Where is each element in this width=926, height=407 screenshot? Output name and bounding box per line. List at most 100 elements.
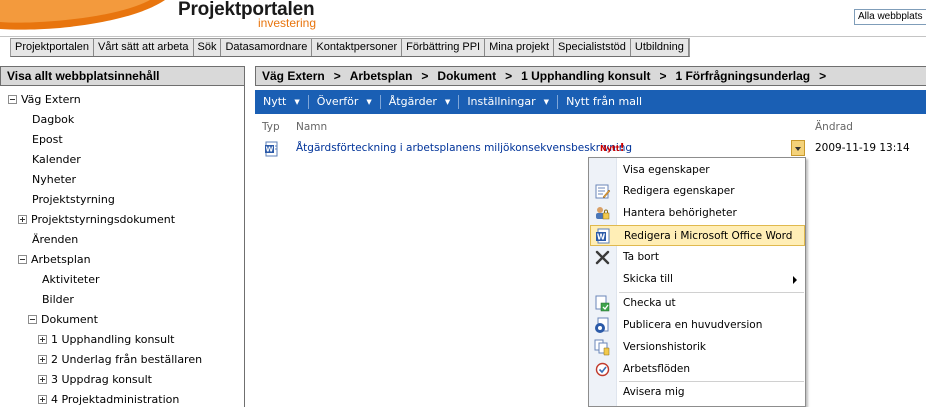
menu-item-workflows[interactable]: Arbetsflöden [590, 359, 805, 380]
new-badge-label: Nytt [600, 144, 620, 153]
search-scope-select[interactable]: Alla webbplats [854, 9, 926, 25]
svg-text:W: W [597, 233, 606, 242]
dropdown-arrow-icon: ▼ [366, 98, 372, 106]
top-nav-utbildning[interactable]: Utbildning [631, 39, 689, 56]
menu-item-send-to[interactable]: Skicka till [590, 269, 805, 290]
collapse-icon[interactable] [28, 314, 37, 324]
version-history-icon [594, 339, 610, 356]
delete-icon [595, 250, 610, 265]
upload-menu-label: Överför [316, 95, 359, 108]
menu-item-label: Arbetsflöden [623, 363, 691, 375]
site-header: Projektportalen investering Alla webbpla… [0, 0, 926, 36]
new-menu-label: Nytt [263, 95, 287, 108]
menu-item-alert-me[interactable]: Avisera mig [590, 382, 805, 403]
menu-item-edit-properties[interactable]: Redigera egenskaper [590, 181, 805, 202]
expand-icon[interactable] [38, 374, 47, 384]
top-nav-vart-satt-att-arbeta[interactable]: Vårt sätt att arbeta [94, 39, 194, 56]
upload-menu-button[interactable]: Överför ▼ [309, 90, 380, 114]
top-nav-forbattring-ppi[interactable]: Förbättring PPI [402, 39, 486, 56]
tree-item-projektstyrning[interactable]: Projektstyrning [32, 191, 115, 209]
menu-item-label: Versionshistorik [623, 341, 706, 353]
settings-menu-button[interactable]: Inställningar ▼ [459, 90, 557, 114]
menu-item-manage-permissions[interactable]: Hantera behörigheter [590, 203, 805, 224]
menu-item-label: Redigera egenskaper [623, 185, 735, 197]
tree-item-label: 2 Underlag från beställaren [51, 353, 203, 366]
document-modified-date: 2009-11-19 13:14 [815, 142, 910, 154]
list-header: Typ Namn Ändrad [255, 118, 926, 136]
breadcrumb-item-upphandling-konsult[interactable]: 1 Upphandling konsult [521, 69, 650, 83]
document-name-link[interactable]: Åtgärdsförteckning i arbetsplanens miljö… [296, 142, 632, 154]
tree-item-label: Arbetsplan [31, 253, 91, 266]
expand-icon[interactable] [18, 214, 27, 224]
tree-item-upphandling-konsult[interactable]: 1 Upphandling konsult [38, 331, 175, 349]
breadcrumb: Väg Extern > Arbetsplan > Dokument >1 Upphand… [255, 66, 926, 86]
expand-icon[interactable] [38, 354, 47, 364]
top-nav-projektportalen[interactable]: Projektportalen [11, 39, 94, 56]
dropdown-arrow-icon: ▼ [294, 98, 300, 106]
logo-graphic [0, 0, 165, 30]
tree-item-label: 3 Uppdrag konsult [51, 373, 152, 386]
tree-item-arenden[interactable]: Ärenden [32, 231, 78, 249]
menu-item-publish-major-version[interactable]: Publicera en huvudversion [590, 315, 805, 336]
breadcrumb-separator: > [505, 69, 513, 83]
tree-item-arbetsplan[interactable]: Arbetsplan [18, 251, 91, 269]
menu-item-delete[interactable]: Ta bort [590, 247, 805, 268]
tree-item-dokument[interactable]: Dokument [28, 311, 98, 329]
item-menu-dropdown-button[interactable] [791, 140, 805, 156]
column-header-changed[interactable]: Ändrad [815, 121, 853, 133]
column-header-type[interactable]: Typ [262, 121, 280, 133]
column-header-name[interactable]: Namn [296, 121, 327, 133]
list-toolbar: Nytt ▼ Överför ▼ Åtgärder ▼ Inställningar ▼ … [255, 90, 926, 114]
menu-item-label: Hantera behörigheter [623, 207, 737, 219]
collapse-icon[interactable] [18, 254, 27, 264]
edit-properties-icon [595, 184, 611, 199]
top-nav-bar: Projektportalen Vårt sätt att arbeta Sök… [10, 38, 690, 57]
tree-item-aktiviteter[interactable]: Aktiviteter [42, 271, 100, 289]
collapse-icon[interactable] [8, 94, 17, 104]
tree-item-underlag-fran-bestallaren[interactable]: 2 Underlag från beställaren [38, 351, 202, 369]
menu-item-label: Redigera i Microsoft Office Word [624, 230, 793, 242]
actions-menu-button[interactable]: Åtgärder ▼ [381, 90, 459, 114]
tree-item-epost[interactable]: Epost [32, 131, 63, 149]
menu-item-check-out[interactable]: Checka ut [590, 293, 805, 314]
top-nav-mina-projekt[interactable]: Mina projekt [485, 39, 555, 56]
menu-item-label: Checka ut [623, 297, 676, 309]
breadcrumb-item-vag-extern[interactable]: Väg Extern [262, 69, 325, 83]
dropdown-arrow-icon: ▼ [543, 98, 550, 106]
word-document-icon[interactable]: W [264, 141, 280, 157]
settings-menu-label: Inställningar [467, 95, 536, 108]
submenu-arrow-icon [793, 276, 797, 284]
tree-item-nyheter[interactable]: Nyheter [32, 171, 76, 189]
dropdown-arrow-icon: ▼ [444, 98, 451, 106]
tree-item-kalender[interactable]: Kalender [32, 151, 81, 169]
top-nav-sok[interactable]: Sök [194, 39, 222, 56]
menu-item-label: Skicka till [623, 273, 673, 285]
breadcrumb-item-arbetsplan[interactable]: Arbetsplan [350, 69, 413, 83]
menu-item-edit-in-word[interactable]: W Redigera i Microsoft Office Word [590, 225, 805, 246]
tree-item-dagbok[interactable]: Dagbok [32, 111, 74, 129]
word-edit-icon: W [596, 228, 610, 244]
breadcrumb-separator: > [659, 69, 667, 83]
logo[interactable] [0, 0, 180, 36]
top-nav-kontaktpersoner[interactable]: Kontaktpersoner [312, 39, 403, 56]
top-nav-specialiststod[interactable]: Specialiststöd [554, 39, 631, 56]
tree-item-bilder[interactable]: Bilder [42, 291, 74, 309]
menu-item-version-history[interactable]: Versionshistorik [590, 337, 805, 358]
tree-item-projektadministration[interactable]: 4 Projektadministration [38, 391, 179, 407]
new-from-template-button[interactable]: Nytt från mall [558, 90, 650, 114]
breadcrumb-item-dokument[interactable]: Dokument [437, 69, 496, 83]
menu-item-view-properties[interactable]: Visa egenskaper [590, 160, 805, 181]
check-out-icon [595, 295, 610, 312]
new-menu-button[interactable]: Nytt ▼ [255, 90, 308, 114]
tree-item-uppdrag-konsult[interactable]: 3 Uppdrag konsult [38, 371, 152, 389]
top-nav-datasamordnare[interactable]: Datasamordnare [221, 39, 313, 56]
tree-item-projektstyrningsdokument[interactable]: Projektstyrningsdokument [18, 211, 175, 229]
tree-item-vag-extern[interactable]: Väg Extern [8, 91, 81, 109]
tree-item-label: 4 Projektadministration [51, 393, 180, 406]
view-all-site-content-link[interactable]: Visa allt webbplatsinnehåll [0, 66, 244, 86]
top-navigation: Projektportalen Vårt sätt att arbeta Sök… [0, 36, 926, 58]
expand-icon[interactable] [38, 394, 47, 404]
expand-icon[interactable] [38, 334, 47, 344]
breadcrumb-item-forfragningsunderlag[interactable]: 1 Förfrågningsunderlag [675, 69, 810, 83]
actions-menu-label: Åtgärder [388, 95, 437, 108]
